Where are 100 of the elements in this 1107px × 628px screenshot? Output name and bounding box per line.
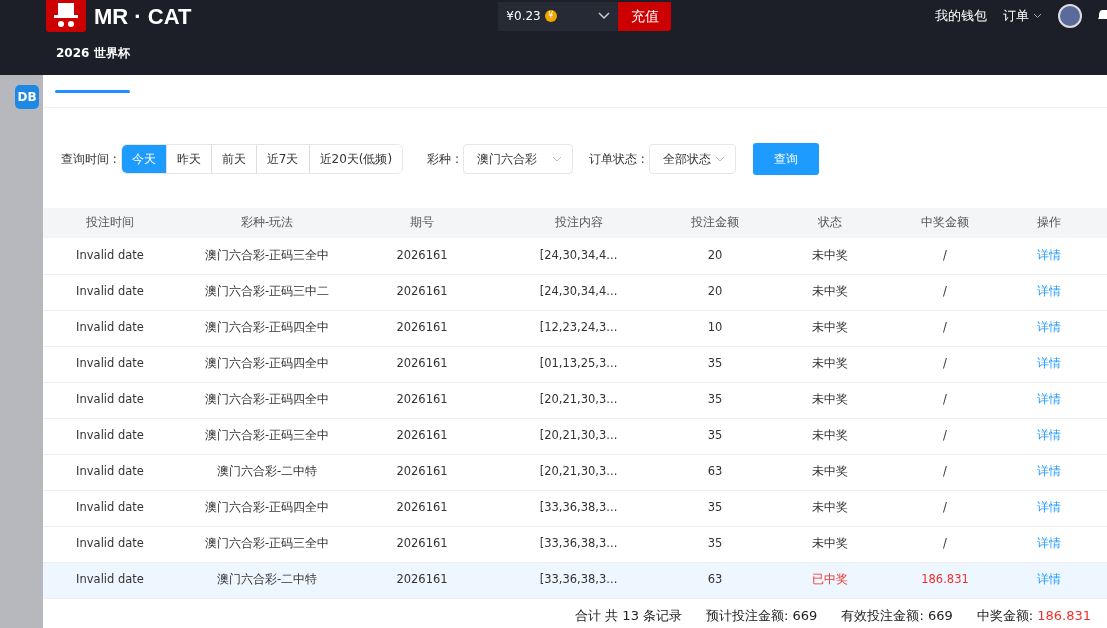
prize-cell: / [943,500,947,515]
table-cell: [33,36,38,3... [539,500,618,515]
filter-label: 查询时间 : [61,150,117,168]
table-cell: 澳门六合彩-正码四全中 [204,392,330,407]
table-cell: Invalid date [76,320,144,335]
avatar[interactable] [1058,4,1082,28]
table-cell: 35 [707,500,723,515]
status-select[interactable]: 全部状态 [648,143,736,174]
prize-cell: / [943,284,947,299]
table-cell: 63 [707,464,723,479]
status-cell: 未中奖 [812,320,848,335]
column-header: 投注金额 [670,208,760,238]
coin-icon: ¥ [544,10,557,22]
status-cell: 未中奖 [812,536,848,551]
filter-label: 订单状态 : [589,150,645,168]
prize-cell: / [943,464,947,479]
chevron-down-icon [1033,13,1042,19]
column-header: 状态 [760,208,900,238]
prize-cell: / [943,392,947,407]
table-cell: 澳门六合彩-正码三全中 [204,248,330,263]
hat-logo-icon [46,0,86,32]
orders-menu[interactable]: 订单 [1003,6,1042,26]
prize-cell: 186.831 [921,572,969,587]
prize-cell: / [943,248,947,263]
column-header: 期号 [357,208,487,238]
table-cell: Invalid date [76,284,144,299]
table-row[interactable]: Invalid date 澳门六合彩-正码三全中 2026161 [24,30,34,4... 20 未中奖 / 详情 [43,238,1107,274]
prize-cell: / [943,536,947,551]
table-cell: 澳门六合彩-正码四全中 [204,500,330,515]
table-cell: [24,30,34,4... [539,284,618,299]
table-cell: Invalid date [76,536,144,551]
status-cell: 未中奖 [812,464,848,479]
table-cell: 2026161 [396,248,448,263]
table-cell: 澳门六合彩-正码四全中 [204,356,330,371]
table-cell: 澳门六合彩-二中特 [216,572,318,587]
table-row[interactable]: Invalid date 澳门六合彩-二中特 2026161 [33,36,38,3... 63 已中奖 186.831 详情 [43,562,1107,598]
table-cell: 2026161 [396,500,448,515]
table-cell: [20,21,30,3... [539,428,618,443]
chevron-down-icon [552,155,562,162]
table-cell: Invalid date [76,248,144,263]
table-cell: Invalid date [76,572,144,587]
table-cell: 2026161 [396,284,448,299]
table-row[interactable]: Invalid date 澳门六合彩-正码四全中 2026161 [33,36,38,3... 35 未中奖 / 详情 [43,490,1107,526]
table-cell: Invalid date [76,464,144,479]
db-logo: DB [15,85,39,109]
filter-label: 彩种 : [427,150,459,168]
summary-text: 合计 共 13 条记录 [575,607,683,626]
balance-selector[interactable]: ¥0.23 ¥ [498,1,619,31]
table-cell: 澳门六合彩-二中特 [216,464,318,479]
table-cell: 澳门六合彩-正码三全中 [204,428,330,443]
table-row[interactable]: Invalid date 澳门六合彩-正码四全中 2026161 [12,23,24,3... 10 未中奖 / 详情 [43,310,1107,346]
column-header: 中奖金额 [900,208,990,238]
lottery-select[interactable]: 澳门六合彩 [463,143,573,174]
table-cell: 2026161 [396,356,448,371]
table-row[interactable]: Invalid date 澳门六合彩-正码三中二 2026161 [24,30,34,4... 20 未中奖 / 详情 [43,274,1107,310]
table-row[interactable]: Invalid date 澳门六合彩-二中特 2026161 [20,21,30,3... 63 未中奖 / 详情 [43,454,1107,490]
summary-text: 预计投注金额: 669 [706,607,818,626]
table-cell: [33,36,38,3... [539,572,618,587]
table-cell: [24,30,34,4... [539,248,618,263]
prize-cell: / [943,320,947,335]
status-cell: 未中奖 [812,392,848,407]
wallet-link[interactable]: 我的钱包 [935,6,987,26]
table-cell: 35 [707,356,723,371]
table-cell: Invalid date [76,392,144,407]
table-cell: [12,23,24,3... [539,320,618,335]
status-cell: 未中奖 [812,248,848,263]
table-cell: 2026161 [396,536,448,551]
table-cell: 澳门六合彩-正码三全中 [204,536,330,551]
recharge-button[interactable]: 充值 [618,1,672,31]
prize-cell: / [943,356,947,371]
table-row[interactable]: Invalid date 澳门六合彩-正码四全中 2026161 [01,13,25,3... 35 未中奖 / 详情 [43,346,1107,382]
table-row[interactable]: Invalid date 澳门六合彩-正码三全中 2026161 [20,21,30,3... 35 未中奖 / 详情 [43,418,1107,454]
column-header: 操作 [990,208,1107,238]
chevron-down-icon [598,12,611,20]
column-header: 投注内容 [487,208,670,238]
table-cell: [20,21,30,3... [539,464,618,479]
nav-tab[interactable]: 2026 世界杯 [56,46,130,60]
table-cell: Invalid date [76,500,144,515]
brand-name: MR · CAT [94,2,192,31]
table-cell: [33,36,38,3... [539,536,618,551]
table-row[interactable]: Invalid date 澳门六合彩-正码四全中 2026161 [20,21,30,3... 35 未中奖 / 详情 [43,382,1107,418]
status-cell: 未中奖 [812,428,848,443]
table-cell: 20 [707,284,723,299]
table-cell: [20,21,30,3... [539,392,618,407]
date-range-tab[interactable]: 近20天(低频) [308,144,403,173]
table-cell: 63 [707,572,723,587]
table-row[interactable]: Invalid date 澳门六合彩-正码三全中 2026161 [33,36,38,3... 35 未中奖 / 详情 [43,526,1107,562]
table-cell: 2026161 [396,392,448,407]
status-cell: 未中奖 [812,284,848,299]
status-cell: 已中奖 [812,572,848,587]
table-cell: [01,13,25,3... [539,356,618,371]
table-cell: 2026161 [396,464,448,479]
table-cell: 澳门六合彩-正码三中二 [204,284,330,299]
table-cell: 澳门六合彩-正码四全中 [204,320,330,335]
table-cell: 35 [707,536,723,551]
prize-cell: / [943,428,947,443]
table-cell: Invalid date [76,356,144,371]
table-cell: 35 [707,428,723,443]
column-header: 彩种-玩法 [177,208,357,238]
prize-total: 中奖金额: 186.831 [976,607,1091,626]
